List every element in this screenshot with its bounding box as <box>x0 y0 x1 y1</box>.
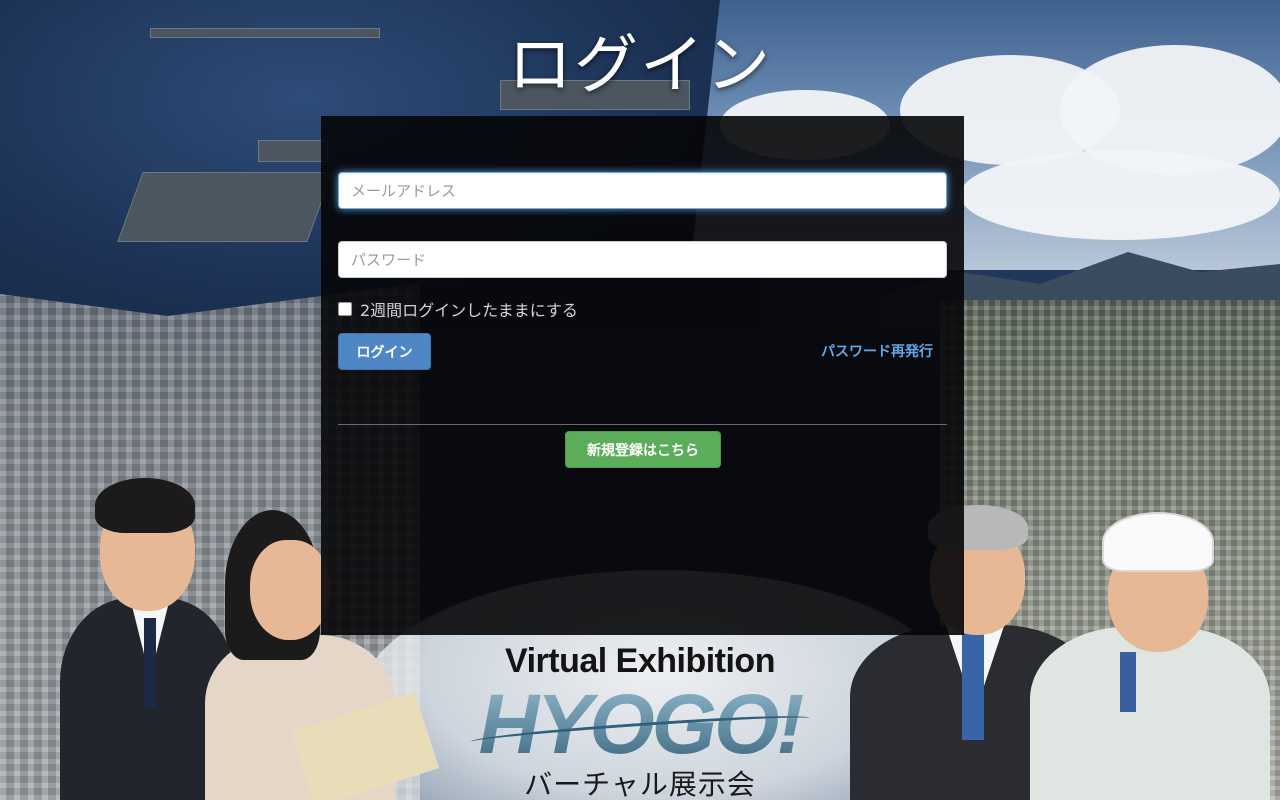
remember-me[interactable]: 2週間ログインしたままにする <box>338 298 578 320</box>
forgot-password-link[interactable]: パスワード再発行 <box>821 341 933 361</box>
login-panel: 2週間ログインしたままにする ログイン パスワード再発行 新規登録はこちら <box>321 116 964 635</box>
password-input[interactable] <box>338 241 947 278</box>
port-island <box>117 172 333 242</box>
page-title: ログイン <box>508 29 772 103</box>
brand-english: Virtual Exhibition <box>505 642 775 680</box>
brand-mark: HYOGO! <box>440 682 840 766</box>
cloud <box>960 150 1280 240</box>
login-button[interactable]: ログイン <box>338 333 431 370</box>
divider <box>338 424 947 425</box>
register-button[interactable]: 新規登録はこちら <box>565 431 721 468</box>
remember-label: 2週間ログインしたままにする <box>360 301 578 320</box>
engineer-helmet <box>1020 512 1270 800</box>
remember-checkbox[interactable] <box>338 302 352 316</box>
email-input[interactable] <box>338 172 947 209</box>
brand-logo: Virtual Exhibition HYOGO! バーチャル展示会 <box>440 642 840 800</box>
port-pier <box>258 140 328 162</box>
helmet-icon <box>1102 512 1214 572</box>
